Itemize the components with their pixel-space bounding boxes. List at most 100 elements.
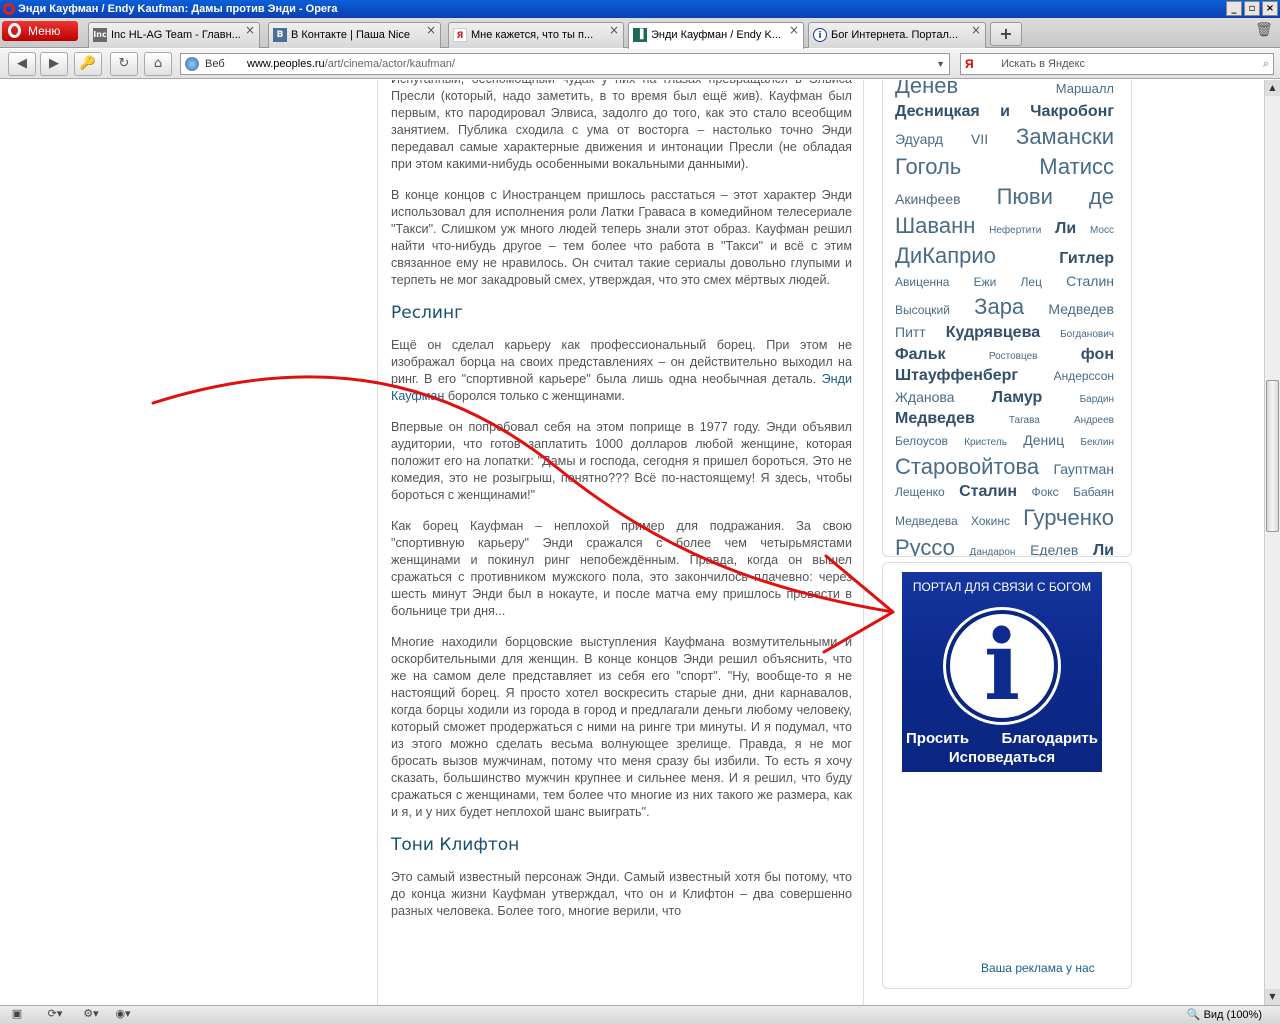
tag-link[interactable]: Маршалл: [1056, 81, 1114, 96]
turbo-icon[interactable]: ◉▾: [110, 1007, 136, 1023]
tab-kaufman[interactable]: ▐ Энди Кауфман / Endy K... ×: [628, 22, 804, 49]
scroll-up-arrow-icon[interactable]: ▲: [1265, 80, 1280, 96]
tag-link[interactable]: Андреев: [1074, 415, 1114, 426]
tag-link[interactable]: Ежи: [974, 275, 997, 289]
tag-link[interactable]: Дениц: [1023, 432, 1064, 448]
tag-link[interactable]: Эдуард: [895, 131, 943, 147]
tag-link[interactable]: Еделев: [1030, 542, 1078, 556]
back-button[interactable]: ◀: [8, 52, 36, 76]
address-field[interactable]: Веб www.peoples.ru/art/cinema/actor/kauf…: [180, 53, 950, 75]
tag-link[interactable]: Фальк: [895, 346, 946, 363]
tag-cloud: Денев Маршалл Десницкая и Чакробонг Эдуа…: [882, 80, 1132, 557]
tag-link[interactable]: Тагава: [1009, 415, 1040, 426]
tag-link[interactable]: Медведева: [895, 514, 958, 528]
tag-link[interactable]: ДиКаприо: [895, 243, 996, 268]
scroll-down-arrow-icon[interactable]: ▼: [1265, 989, 1280, 1005]
new-tab-button[interactable]: +: [990, 22, 1022, 46]
chevron-down-icon[interactable]: ▼: [936, 54, 945, 74]
tab-close-icon[interactable]: ×: [245, 23, 255, 37]
tag-link[interactable]: Белоусов: [895, 434, 948, 448]
tag-link[interactable]: Зара: [974, 294, 1024, 319]
tag-link[interactable]: Дандарон: [970, 547, 1016, 556]
web-badge[interactable]: Веб: [185, 54, 225, 74]
browser-window: Энди Кауфман / Endy Kaufman: Дамы против…: [0, 0, 1280, 1024]
zoom-control[interactable]: 🔍 Вид (100%): [1187, 1006, 1262, 1024]
panel-toggle-icon[interactable]: ▣: [4, 1007, 30, 1023]
minimize-button[interactable]: _: [1226, 1, 1242, 16]
tag-link[interactable]: Гитлер: [1059, 250, 1114, 267]
tag-link[interactable]: Нефертити: [989, 225, 1041, 236]
tag-link[interactable]: Кудрявцева: [946, 324, 1040, 341]
tag-link[interactable]: Гауптман: [1053, 461, 1114, 477]
tab-yandex[interactable]: Я Мне кажется, что ты п... ×: [448, 22, 624, 48]
tag-link[interactable]: Медведев: [1048, 301, 1114, 317]
tab-vkontakte[interactable]: B В Контакте | Паша Nice ×: [268, 22, 441, 48]
god-portal-banner[interactable]: ПОРТАЛ ДЛЯ СВЯЗИ С БОГОМ i Просить Благод…: [902, 572, 1102, 772]
advertise-link[interactable]: Ваша реклама у нас: [981, 961, 1095, 975]
tag-link[interactable]: Ли: [1055, 220, 1076, 237]
url-text[interactable]: www.peoples.ru/art/cinema/actor/kaufman/: [247, 54, 455, 74]
tab-god-internet[interactable]: i Бог Интернета. Портал... ×: [808, 22, 986, 48]
tag-link[interactable]: Высоцкий: [895, 303, 950, 317]
tag-link[interactable]: Фокс: [1031, 485, 1058, 499]
tag-link[interactable]: Мосс: [1090, 225, 1114, 236]
tag-link[interactable]: Замански: [1016, 124, 1114, 149]
trash-icon[interactable]: 🗑: [1254, 22, 1274, 44]
tag-link[interactable]: Лец: [1021, 275, 1042, 289]
tag-link[interactable]: Питт: [895, 324, 926, 340]
tab-close-icon[interactable]: ×: [426, 23, 436, 37]
tag-link[interactable]: Десницкая: [895, 103, 980, 120]
yandex-engine-icon[interactable]: Я: [965, 56, 974, 72]
sync-icon[interactable]: ⟳▾: [42, 1007, 68, 1023]
close-button[interactable]: ×: [1262, 1, 1278, 16]
reload-button[interactable]: ↻: [110, 52, 138, 76]
tag-link[interactable]: Пюви: [997, 184, 1053, 209]
tag-link[interactable]: фон: [1081, 346, 1114, 363]
tab-close-icon[interactable]: ×: [609, 23, 619, 37]
tab-favicon-icon: ▐: [633, 28, 647, 42]
tag-link[interactable]: Матисс: [1039, 154, 1114, 179]
tag-link[interactable]: Богданович: [1060, 329, 1114, 340]
tag-link[interactable]: Андерссон: [1054, 369, 1114, 383]
tag-link[interactable]: VII: [971, 131, 988, 147]
tag-link[interactable]: Ростовцев: [989, 351, 1038, 362]
tag-link[interactable]: Медведев: [895, 410, 975, 427]
scroll-thumb[interactable]: [1266, 380, 1279, 532]
tag-link[interactable]: Гоголь: [895, 154, 961, 179]
tag-link[interactable]: Беклин: [1080, 437, 1114, 448]
wand-key-button[interactable]: 🔑: [74, 52, 102, 76]
tag-link[interactable]: Лещенко: [895, 485, 945, 499]
tag-link[interactable]: Кристель: [964, 437, 1007, 448]
tag-link[interactable]: и: [1000, 103, 1010, 120]
home-button[interactable]: ⌂: [144, 52, 172, 76]
tag-link[interactable]: Чакробонг: [1030, 103, 1114, 120]
tag-link[interactable]: Сталин: [1066, 273, 1114, 289]
tag-link[interactable]: Ли: [1093, 542, 1114, 556]
tag-link[interactable]: Хокинс: [971, 514, 1010, 528]
tag-link[interactable]: Сталин: [959, 483, 1017, 500]
tag-link[interactable]: Руссо: [895, 535, 955, 556]
tag-link[interactable]: Шаванн: [895, 213, 975, 238]
info-letter: i: [983, 609, 1021, 722]
tag-link[interactable]: Старовойтова: [895, 454, 1039, 479]
opera-menu-button[interactable]: Меню: [2, 21, 78, 41]
tag-link[interactable]: Авиценна: [895, 275, 949, 289]
search-field[interactable]: Я Искать в Яндекс ⌕: [960, 53, 1274, 75]
tag-link[interactable]: Штауффенберг: [895, 367, 1018, 384]
vertical-scrollbar[interactable]: ▲ ▼: [1264, 80, 1280, 1005]
tag-link[interactable]: Гурченко: [1023, 505, 1114, 530]
tab-close-icon[interactable]: ×: [971, 23, 981, 37]
unite-icon[interactable]: ⚙▾: [78, 1007, 104, 1023]
search-icon[interactable]: ⌕: [1263, 54, 1269, 74]
tab-close-icon[interactable]: ×: [789, 23, 799, 37]
tag-link[interactable]: Жданова: [895, 389, 954, 405]
tag-link[interactable]: Ламур: [992, 389, 1043, 406]
tag-link[interactable]: Денев: [895, 80, 958, 98]
forward-button[interactable]: ▶: [40, 52, 68, 76]
restore-button[interactable]: ▫: [1244, 1, 1260, 16]
tag-link[interactable]: де: [1089, 184, 1114, 209]
tag-link[interactable]: Акинфеев: [895, 191, 961, 207]
tag-link[interactable]: Бардин: [1080, 394, 1114, 405]
tag-link[interactable]: Бабаян: [1073, 485, 1114, 499]
tab-hlag[interactable]: Inc Inc HL-AG Team - Главн... ×: [88, 22, 260, 48]
